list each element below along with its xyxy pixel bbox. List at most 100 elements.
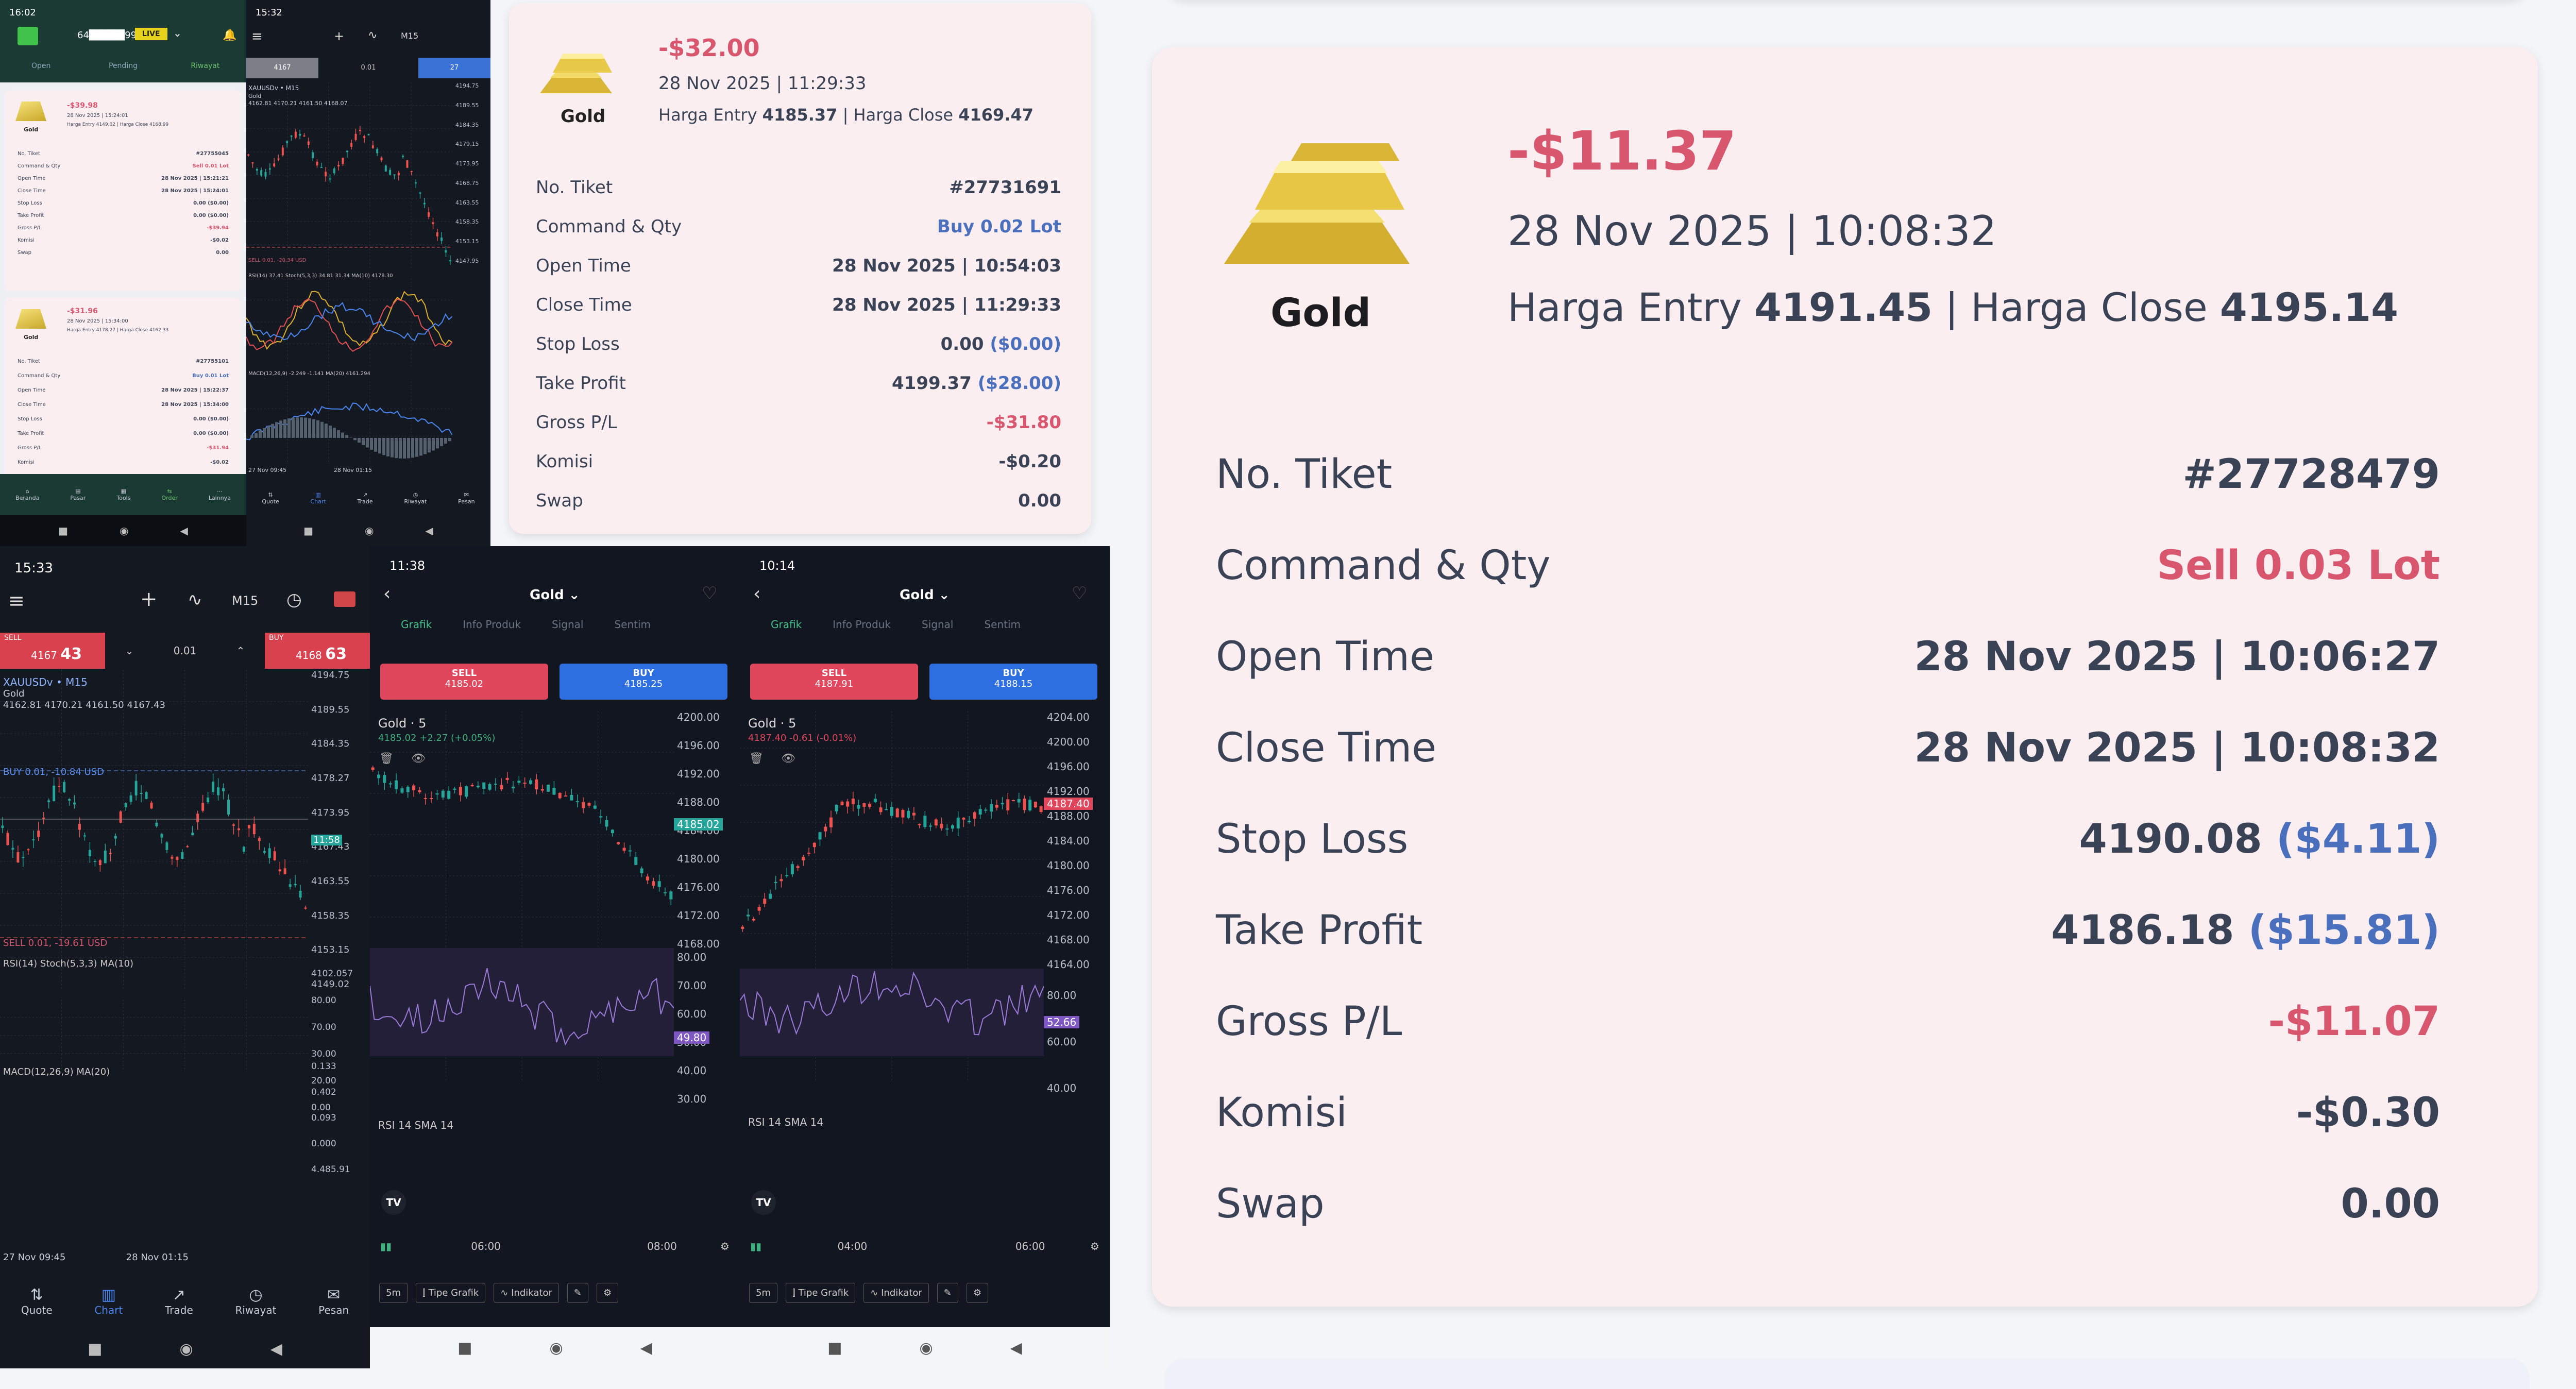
symbol-picker[interactable]: Gold ⌄ <box>530 587 580 603</box>
recent-apps-icon[interactable]: ■ <box>303 524 313 537</box>
chart-type-button[interactable]: ⫿ Tipe Grafik <box>416 1282 486 1303</box>
favorite-heart-icon[interactable]: ♡ <box>702 583 717 604</box>
lot-increase-icon[interactable]: ⌃ <box>236 645 245 657</box>
nav-trade[interactable]: ↗ Trade <box>358 492 373 505</box>
tab-info-produk[interactable]: Info Produk <box>833 618 891 631</box>
nav-order[interactable]: ⇆ Order <box>161 488 177 501</box>
tab-sentimen[interactable]: Sentim <box>984 618 1021 631</box>
tradingview-logo[interactable]: TV <box>381 1190 406 1215</box>
back-icon[interactable]: ◀ <box>180 524 188 537</box>
sell-position-line[interactable]: SELL 0.01, -20.34 USD <box>248 258 306 263</box>
nav-riwayat[interactable]: ◷ Riwayat <box>404 492 427 505</box>
clock-icon[interactable]: ◷ <box>286 589 302 610</box>
replay-icon[interactable]: ▮▮ <box>750 1240 761 1252</box>
tab-grafik[interactable]: Grafik <box>401 618 432 631</box>
buy-button[interactable]: BUY 4188.15 <box>929 664 1097 700</box>
recent-apps-icon[interactable]: ■ <box>88 1340 102 1358</box>
timeframe-label[interactable]: M15 <box>232 594 258 608</box>
sell-button[interactable]: SELL 4167 43 <box>0 633 105 669</box>
trade-badge-icon[interactable] <box>334 591 355 607</box>
back-icon[interactable]: ◀ <box>425 524 433 537</box>
nav-lainnya[interactable]: ⋯ Lainnya <box>209 488 231 501</box>
account-number[interactable]: 64█████992 <box>77 30 142 41</box>
back-icon[interactable]: ◀ <box>640 1339 652 1357</box>
back-arrow-icon[interactable]: ‹ <box>753 583 760 604</box>
indicator-button[interactable]: ∿ Indikator <box>494 1282 559 1303</box>
history-card-1[interactable]: Gold -$39.98 28 Nov 2025 | 15:24:01 Harg… <box>5 90 241 291</box>
settings-icon[interactable]: ⚙ <box>596 1282 619 1303</box>
indicator-icon[interactable]: ∿ <box>368 29 377 42</box>
indicator-icon[interactable]: ∿ <box>188 589 202 610</box>
nav-pesan[interactable]: ✉ Pesan <box>318 1286 349 1316</box>
settings-small-icon[interactable]: ⚙ <box>720 1240 730 1252</box>
home-button-icon[interactable]: ◉ <box>920 1339 933 1357</box>
price-axis-label: 4189.55 <box>311 704 350 715</box>
mid-detail-card[interactable]: Gold -$32.00 28 Nov 2025 | 11:29:33 Harg… <box>509 3 1091 534</box>
sell-button[interactable]: 4167 <box>246 58 318 78</box>
tab-signal[interactable]: Signal <box>552 618 583 631</box>
indicator-button[interactable]: ∿ Indikator <box>863 1282 929 1303</box>
gold-bar-icon <box>1224 140 1420 269</box>
symbol-picker[interactable]: Gold ⌄ <box>900 587 950 603</box>
replay-icon[interactable]: ▮▮ <box>380 1240 392 1252</box>
nav-trade[interactable]: ↗ Trade <box>165 1286 193 1316</box>
settings-icon[interactable]: ⚙ <box>966 1282 989 1303</box>
interval-button[interactable]: 5m <box>379 1282 408 1303</box>
buy-button[interactable]: BUY 4185.25 <box>560 664 727 700</box>
back-icon[interactable]: ◀ <box>270 1340 282 1358</box>
tab-info-produk[interactable]: Info Produk <box>463 618 521 631</box>
recent-apps-icon[interactable]: ■ <box>827 1339 842 1357</box>
tab-riwayat[interactable]: Riwayat <box>164 62 246 70</box>
tradingview-logo[interactable]: TV <box>751 1190 776 1215</box>
sell-position-line[interactable]: SELL 0.01, -19.61 USD <box>3 938 107 948</box>
sell-button[interactable]: SELL 4187.91 <box>750 664 918 700</box>
draw-pen-icon[interactable]: ✎ <box>567 1282 588 1303</box>
buy-position-line[interactable]: BUY 0.01, -10.84 USD <box>3 767 104 777</box>
lot-value[interactable]: 0.01 <box>174 645 197 657</box>
interval-button[interactable]: 5m <box>749 1282 777 1303</box>
nav-pesan[interactable]: ✉ Pesan <box>458 492 474 505</box>
nav-tools[interactable]: ▦ Tools <box>116 488 130 501</box>
bell-icon[interactable]: 🔔 <box>223 29 236 42</box>
nav-riwayat[interactable]: ◷ Riwayat <box>235 1286 276 1316</box>
recent-apps-icon[interactable]: ■ <box>58 524 68 537</box>
recent-apps-icon[interactable]: ■ <box>457 1339 472 1357</box>
nav-chart[interactable]: ▥ Chart <box>94 1286 123 1316</box>
tab-pending[interactable]: Pending <box>82 62 164 70</box>
home-button-icon[interactable]: ◉ <box>365 524 374 537</box>
nav-beranda[interactable]: ⌂ Beranda <box>15 488 39 501</box>
draw-pen-icon[interactable]: ✎ <box>937 1282 958 1303</box>
tab-sentimen[interactable]: Sentim <box>614 618 651 631</box>
chevron-down-icon[interactable]: ⌄ <box>173 27 182 39</box>
nav-chart[interactable]: ▥ Chart <box>311 492 326 505</box>
back-icon[interactable]: ◀ <box>1010 1339 1022 1357</box>
lot-input[interactable]: 0.01 <box>318 58 418 78</box>
tab-open[interactable]: Open <box>0 62 82 70</box>
chart-type-button[interactable]: ⫿ Tipe Grafik <box>786 1282 856 1303</box>
nav-quote[interactable]: ⇅ Quote <box>262 492 279 505</box>
tab-grafik[interactable]: Grafik <box>771 618 802 631</box>
crosshair-icon[interactable]: + <box>140 587 158 611</box>
timeframe-label[interactable]: M15 <box>401 31 418 41</box>
price-axis-label: 4173.95 <box>455 160 479 167</box>
lot-decrease-icon[interactable]: ⌄ <box>125 645 134 657</box>
settings-small-icon[interactable]: ⚙ <box>1090 1240 1099 1252</box>
buy-button[interactable]: 27 <box>418 58 490 78</box>
back-arrow-icon[interactable]: ‹ <box>383 583 391 604</box>
nav-quote[interactable]: ⇅ Quote <box>21 1286 53 1316</box>
menu-icon[interactable]: ≡ <box>251 29 263 44</box>
menu-icon[interactable]: ≡ <box>8 589 25 612</box>
crosshair-icon[interactable]: + <box>334 29 344 43</box>
home-button-icon[interactable]: ◉ <box>120 524 128 537</box>
favorite-heart-icon[interactable]: ♡ <box>1072 583 1087 604</box>
home-button-icon[interactable]: ◉ <box>550 1339 563 1357</box>
tab-signal[interactable]: Signal <box>922 618 953 631</box>
nav-pasar[interactable]: ▤ Pasar <box>70 488 86 501</box>
macd-bar <box>337 430 340 438</box>
main-detail-card[interactable]: Gold -$11.37 28 Nov 2025 | 10:08:32 Harg… <box>1152 47 2538 1307</box>
buy-price: 4188.15 <box>994 679 1033 689</box>
sell-button[interactable]: SELL 4185.02 <box>380 664 548 700</box>
candle-body <box>423 202 426 205</box>
home-button-icon[interactable]: ◉ <box>180 1340 193 1358</box>
buy-button[interactable]: BUY 4168 63 <box>265 633 370 669</box>
